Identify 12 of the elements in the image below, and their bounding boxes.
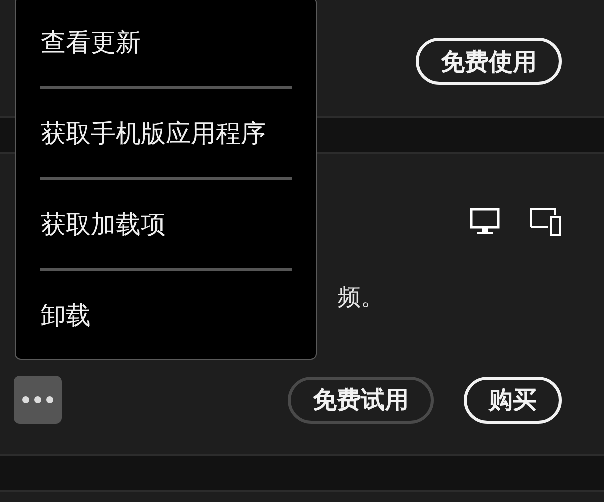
more-button[interactable] xyxy=(14,376,62,424)
outline-button[interactable]: 购买 xyxy=(464,376,562,424)
dots-icon xyxy=(22,396,54,404)
menu-item[interactable]: 获取手机版应用程序 xyxy=(16,89,316,177)
menu-item[interactable]: 获取加载项 xyxy=(16,180,316,268)
secondary-button[interactable]: 免费试用 xyxy=(288,376,434,424)
outline-button[interactable]: 免费使用 xyxy=(416,38,562,85)
menu-item[interactable]: 查看更新 xyxy=(16,0,316,86)
description-text: 频。 xyxy=(338,284,385,313)
monitor-icon xyxy=(470,208,500,236)
devices-icon xyxy=(530,207,562,237)
menu-item[interactable]: 卸载 xyxy=(16,271,316,359)
